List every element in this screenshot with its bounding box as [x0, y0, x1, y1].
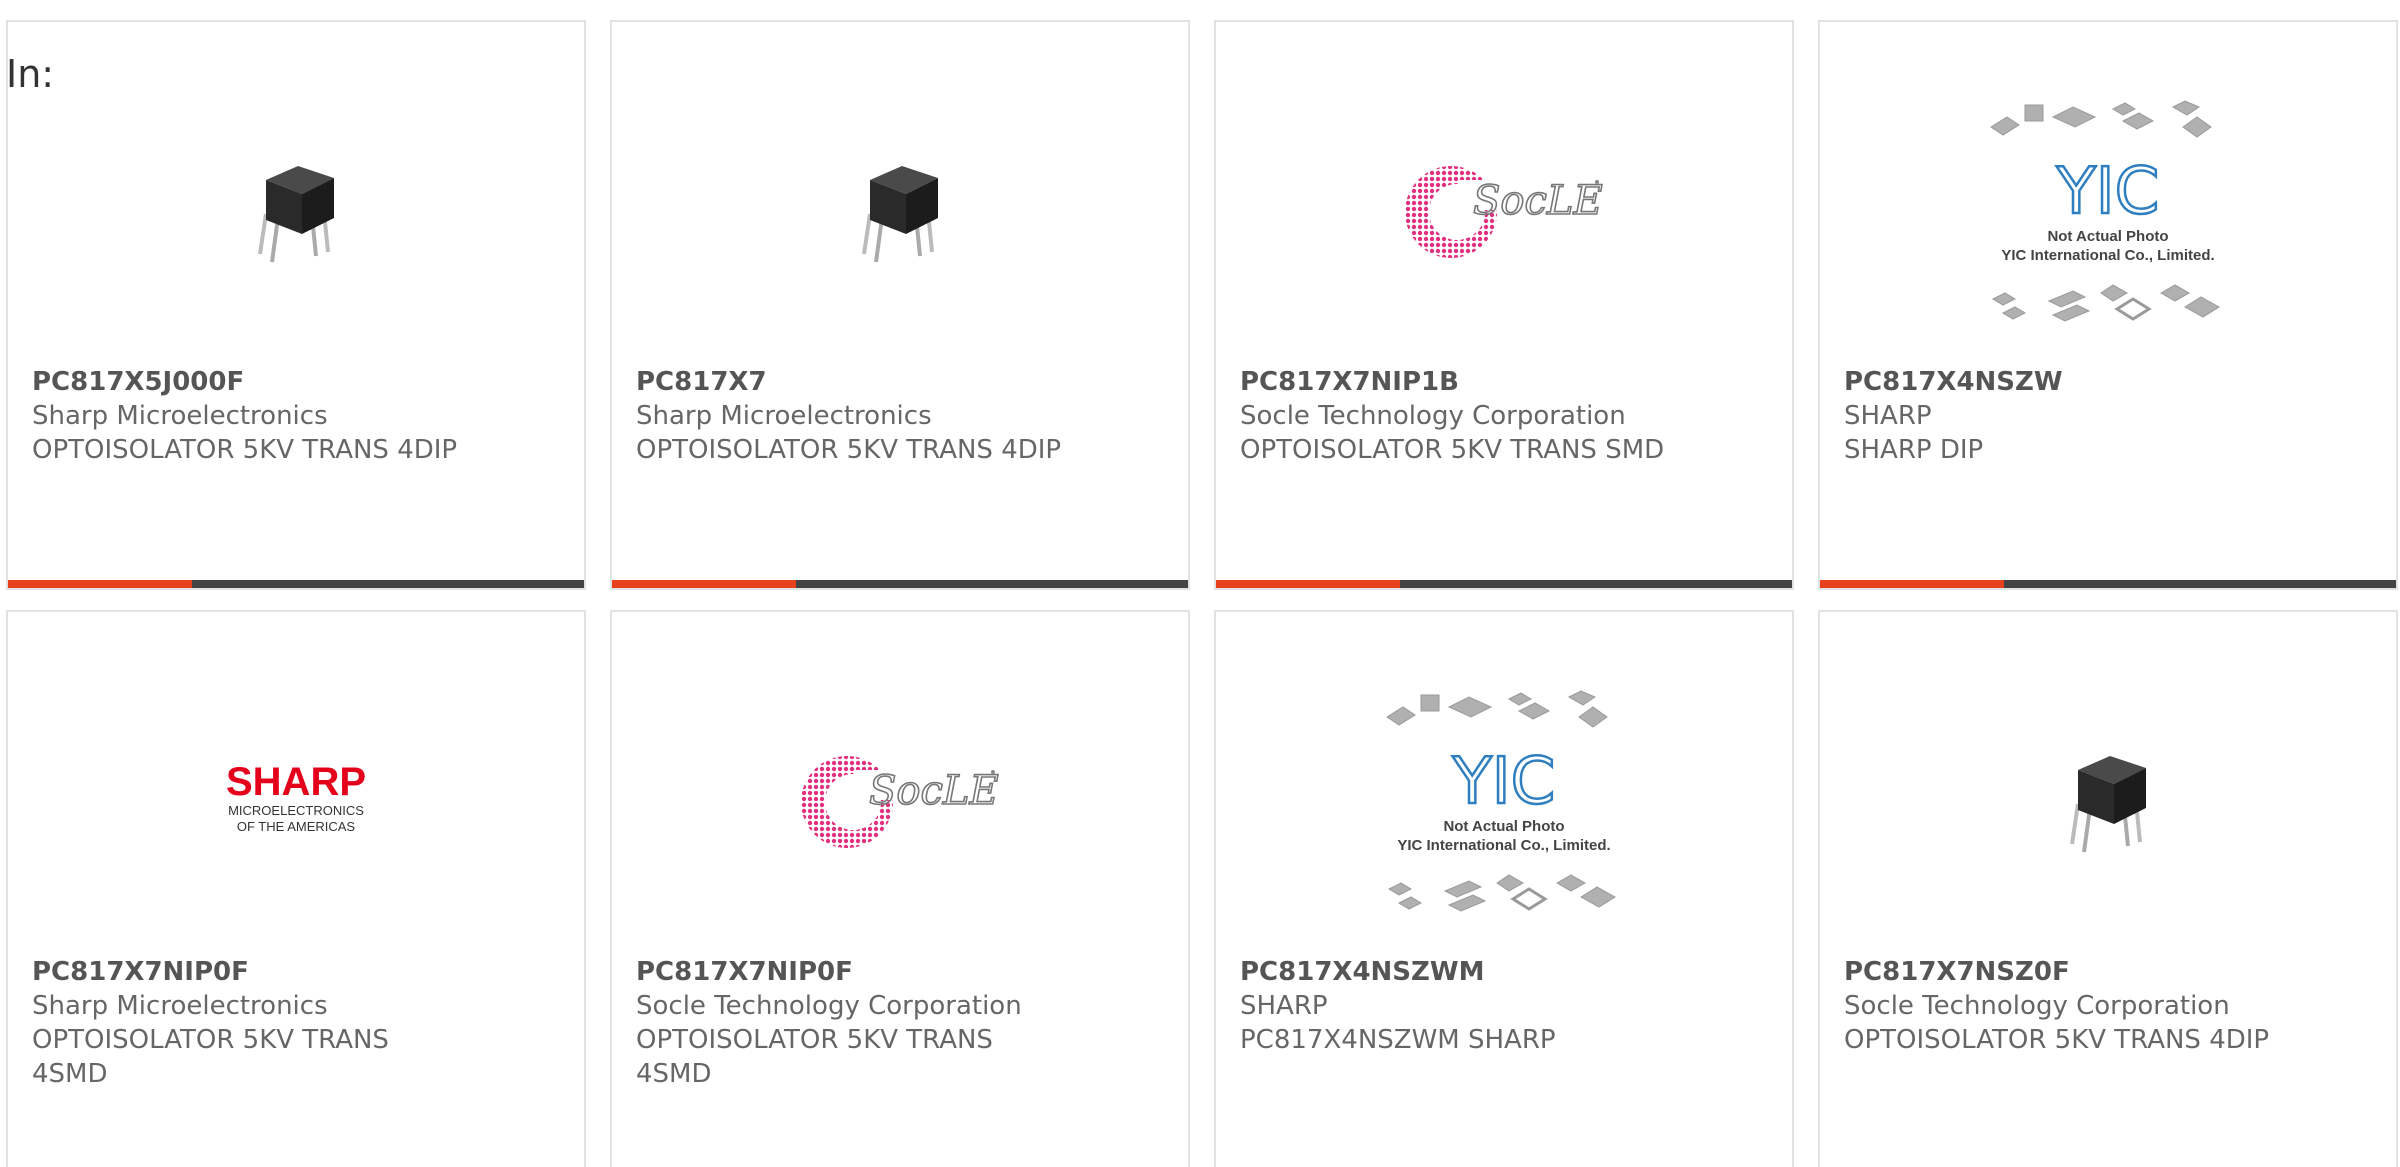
- product-image[interactable]: YIC Not Actual Photo YIC International C…: [1820, 77, 2396, 347]
- sharp-logo: SHARP MICROELECTRONICS OF THE AMERICAS: [226, 760, 366, 834]
- card-accent-bar: [612, 580, 1188, 588]
- socle-logo-text: SocLE: [869, 768, 999, 814]
- yic-caption-line2: YIC International Co., Limited.: [2001, 247, 2214, 264]
- product-card[interactable]: PC817X7NSZ0F Socle Technology Corporatio…: [1818, 610, 2398, 1167]
- product-card[interactable]: SocLE PC817X7NIP0F Socle Technology Corp…: [610, 610, 1190, 1167]
- yic-caption-line1: Not Actual Photo: [2047, 228, 2168, 245]
- part-number[interactable]: PC817X4NSZWM: [1240, 955, 1768, 989]
- part-number[interactable]: PC817X4NSZW: [1844, 365, 2372, 399]
- product-card[interactable]: SHARP MICROELECTRONICS OF THE AMERICAS P…: [6, 610, 586, 1167]
- description: OPTOISOLATOR 5KV TRANS 4SMD: [636, 1025, 993, 1089]
- manufacturer: SHARP: [1844, 401, 1932, 431]
- manufacturer: Socle Technology Corporation: [1844, 991, 2230, 1021]
- socle-logo: SocLE: [801, 756, 999, 848]
- yic-mark: YIC: [1452, 745, 1556, 819]
- dip-chip-icon: [2070, 756, 2146, 853]
- product-image[interactable]: YIC Not Actual Photo YIC International C…: [1216, 667, 1792, 937]
- product-image[interactable]: SocLE: [1216, 77, 1792, 347]
- product-card[interactable]: YIC Not Actual Photo YIC International C…: [1818, 20, 2398, 590]
- description: OPTOISOLATOR 5KV TRANS 4DIP: [32, 435, 458, 465]
- card-accent-bar: [1216, 580, 1792, 588]
- description: OPTOISOLATOR 5KV TRANS SMD: [1240, 435, 1665, 465]
- sharp-logo-sub2: OF THE AMERICAS: [237, 819, 356, 834]
- socle-logo: SocLE: [1405, 166, 1603, 258]
- yic-placeholder-image: YIC Not Actual Photo YIC International C…: [1386, 690, 1616, 912]
- product-image[interactable]: SHARP MICROELECTRONICS OF THE AMERICAS: [8, 667, 584, 937]
- product-results-page: In: PC817X5J000F Sharp Microelectronics …: [0, 0, 2400, 1167]
- part-number[interactable]: PC817X7NIP1B: [1240, 365, 1768, 399]
- manufacturer: Sharp Microelectronics: [636, 401, 932, 431]
- yic-placeholder-image: YIC Not Actual Photo YIC International C…: [1990, 100, 2220, 322]
- description: OPTOISOLATOR 5KV TRANS 4DIP: [636, 435, 1062, 465]
- product-card[interactable]: YIC Not Actual Photo YIC International C…: [1214, 610, 1794, 1167]
- socle-logo-text: SocLE: [1473, 178, 1603, 224]
- description: OPTOISOLATOR 5KV TRANS 4DIP: [1844, 1025, 2270, 1055]
- product-image[interactable]: SocLE: [612, 667, 1188, 937]
- product-card[interactable]: SocLE PC817X7NIP1B Socle Technology Corp…: [1214, 20, 1794, 590]
- card-accent-bar: [8, 580, 584, 588]
- part-number[interactable]: PC817X7NIP0F: [636, 955, 1164, 989]
- part-number[interactable]: PC817X5J000F: [32, 365, 560, 399]
- dip-chip-icon: [258, 166, 334, 263]
- manufacturer: Sharp Microelectronics: [32, 991, 328, 1021]
- manufacturer: SHARP: [1240, 991, 1328, 1021]
- yic-caption-line2: YIC International Co., Limited.: [1397, 837, 1610, 854]
- product-card[interactable]: PC817X7 Sharp Microelectronics OPTOISOLA…: [610, 20, 1190, 590]
- filter-label: In:: [6, 52, 55, 96]
- sharp-logo-sub1: MICROELECTRONICS: [228, 803, 364, 818]
- dip-chip-icon: [862, 166, 938, 263]
- description: OPTOISOLATOR 5KV TRANS 4SMD: [32, 1025, 389, 1089]
- part-number[interactable]: PC817X7: [636, 365, 1164, 399]
- yic-caption-line1: Not Actual Photo: [1443, 818, 1564, 835]
- part-number[interactable]: PC817X7NIP0F: [32, 955, 560, 989]
- product-image[interactable]: [1820, 667, 2396, 937]
- card-accent-bar: [1820, 580, 2396, 588]
- yic-mark: YIC: [2056, 155, 2160, 229]
- manufacturer: Sharp Microelectronics: [32, 401, 328, 431]
- product-grid: PC817X5J000F Sharp Microelectronics OPTO…: [6, 20, 2398, 1167]
- product-image[interactable]: [612, 77, 1188, 347]
- manufacturer: Socle Technology Corporation: [1240, 401, 1626, 431]
- product-card[interactable]: PC817X5J000F Sharp Microelectronics OPTO…: [6, 20, 586, 590]
- description: SHARP DIP: [1844, 435, 1984, 465]
- product-image[interactable]: [8, 77, 584, 347]
- description: PC817X4NSZWM SHARP: [1240, 1025, 1556, 1055]
- sharp-logo-main: SHARP: [226, 760, 366, 804]
- part-number[interactable]: PC817X7NSZ0F: [1844, 955, 2372, 989]
- manufacturer: Socle Technology Corporation: [636, 991, 1022, 1021]
